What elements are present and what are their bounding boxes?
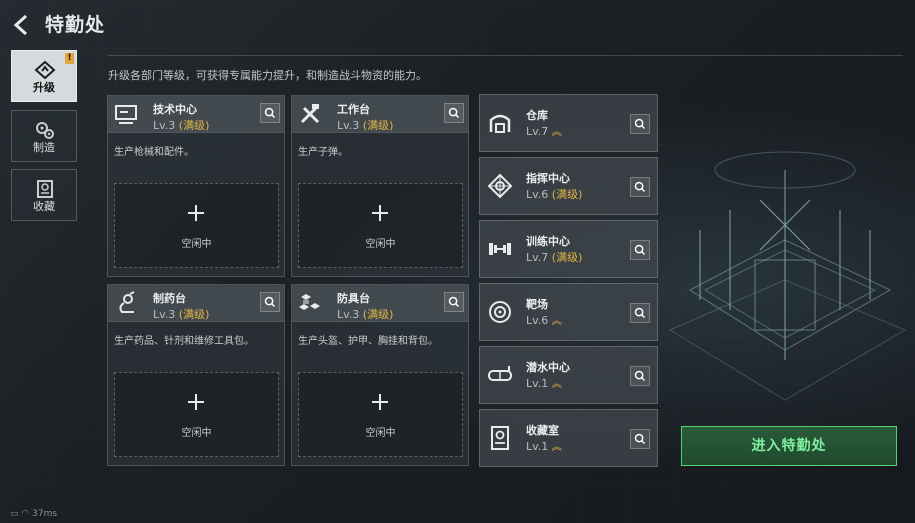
plus-icon (372, 394, 388, 410)
microscope-icon (119, 291, 135, 313)
upgrade-available-icon: ︽ (551, 316, 562, 327)
card-title: 工作台 (337, 103, 370, 116)
plus-icon (188, 205, 204, 221)
header: 特勤处 (0, 0, 915, 48)
building-hologram (668, 151, 907, 401)
nav-label: 升级 (33, 81, 55, 94)
dept-name: 训练中心 (526, 235, 570, 248)
armor-cubes-icon (299, 294, 320, 310)
target-icon (489, 301, 511, 323)
card-header: 制药台 Lv.3 (满级) (108, 285, 284, 322)
search-icon[interactable] (630, 177, 650, 197)
dumbbell-icon (489, 243, 511, 255)
dept-level: Lv.1 ︽ (526, 440, 562, 453)
search-icon[interactable] (444, 103, 464, 123)
card-level: Lv.3 (满级) (337, 308, 394, 321)
dept-name: 潜水中心 (526, 361, 570, 374)
dept-name: 指挥中心 (526, 172, 570, 185)
dept-level: Lv.7 (满级) (526, 251, 583, 264)
search-icon[interactable] (630, 429, 650, 449)
battery-icon: ▭ (10, 509, 19, 519)
dept-warehouse[interactable]: 仓库 Lv.7 ︽ (479, 94, 658, 152)
search-icon[interactable] (630, 114, 650, 134)
dept-shooting-range[interactable]: 靶场 Lv.6 ︽ (479, 283, 658, 341)
upgrade-icon (34, 60, 56, 80)
dept-name: 收藏室 (526, 424, 559, 437)
dept-name: 靶场 (526, 298, 548, 311)
diving-mask-icon (488, 366, 512, 381)
card-level: Lv.3 (满级) (337, 119, 394, 132)
card-description: 生产头盔、护甲、胸挂和背包。 (298, 336, 438, 347)
card-title: 技术中心 (153, 103, 197, 116)
upgrade-available-icon: ︽ (551, 379, 562, 390)
nav-label: 收藏 (33, 200, 55, 213)
card-tech-center: 技术中心 Lv.3 (满级) 生产枪械和配件。 空闲中 (107, 95, 285, 277)
dept-collection-room[interactable]: 收藏室 Lv.1 ︽ (479, 409, 658, 467)
monitor-icon (115, 105, 137, 124)
production-slot[interactable]: 空闲中 (298, 183, 463, 268)
collection-icon (37, 180, 53, 198)
production-slot[interactable]: 空闲中 (298, 372, 463, 457)
dept-name: 仓库 (526, 109, 548, 122)
enter-button[interactable]: 进入特勤处 (681, 426, 897, 466)
dept-level: Lv.6 (满级) (526, 188, 583, 201)
search-icon[interactable] (630, 240, 650, 260)
divider (108, 55, 903, 56)
slot-status: 空闲中 (181, 239, 212, 250)
search-icon[interactable] (630, 366, 650, 386)
upgrade-available-icon: ︽ (551, 127, 562, 138)
dept-level: Lv.1 ︽ (526, 377, 562, 390)
slot-status: 空闲中 (181, 428, 212, 439)
dept-training-center[interactable]: 训练中心 Lv.7 (满级) (479, 220, 658, 278)
notification-badge: ! (65, 53, 74, 64)
card-title: 制药台 (153, 292, 186, 305)
collection-room-icon (491, 426, 509, 450)
nav-label: 制造 (33, 141, 55, 154)
search-icon[interactable] (260, 103, 280, 123)
nav-craft[interactable]: 制造 (11, 110, 77, 162)
card-description: 生产枪械和配件。 (114, 147, 194, 158)
card-header: 技术中心 Lv.3 (满级) (108, 96, 284, 133)
card-header: 防具台 Lv.3 (满级) (292, 285, 468, 322)
card-workbench: 工作台 Lv.3 (满级) 生产子弹。 空闲中 (291, 95, 469, 277)
gears-icon (36, 122, 54, 139)
tools-icon (300, 104, 320, 124)
command-center-icon (487, 173, 513, 199)
ping-readout: 37ms (32, 509, 58, 519)
plus-icon (372, 205, 388, 221)
dept-command-center[interactable]: 指挥中心 Lv.6 (满级) (479, 157, 658, 215)
upgrade-available-icon: ︽ (551, 442, 562, 453)
production-slot[interactable]: 空闲中 (114, 372, 279, 457)
page-title: 特勤处 (45, 14, 106, 36)
back-arrow-icon[interactable] (10, 13, 34, 37)
slot-status: 空闲中 (365, 239, 396, 250)
card-level: Lv.3 (满级) (153, 119, 210, 132)
card-header: 工作台 Lv.3 (满级) (292, 96, 468, 133)
dept-diving-center[interactable]: 潜水中心 Lv.1 ︽ (479, 346, 658, 404)
nav-collection[interactable]: 收藏 (11, 169, 77, 221)
page-subtitle: 升级各部门等级，可获得专属能力提升，和制造战斗物资的能力。 (108, 69, 427, 82)
status-bar: ▭ ◠ 37ms (10, 509, 57, 523)
dept-level: Lv.7 ︽ (526, 125, 562, 138)
dept-level: Lv.6 ︽ (526, 314, 562, 327)
search-icon[interactable] (630, 303, 650, 323)
card-level: Lv.3 (满级) (153, 308, 210, 321)
card-description: 生产子弹。 (298, 147, 348, 158)
warehouse-icon (489, 114, 511, 133)
card-pharmacy: 制药台 Lv.3 (满级) 生产药品、针剂和维修工具包。 空闲中 (107, 284, 285, 466)
nav-upgrade[interactable]: ! 升级 (11, 50, 77, 102)
plus-icon (188, 394, 204, 410)
search-icon[interactable] (260, 292, 280, 312)
wifi-icon: ◠ (21, 509, 30, 519)
search-icon[interactable] (444, 292, 464, 312)
card-title: 防具台 (337, 292, 370, 305)
production-slot[interactable]: 空闲中 (114, 183, 279, 268)
slot-status: 空闲中 (365, 428, 396, 439)
card-description: 生产药品、针剂和维修工具包。 (114, 336, 254, 347)
card-armor-bench: 防具台 Lv.3 (满级) 生产头盔、护甲、胸挂和背包。 空闲中 (291, 284, 469, 466)
